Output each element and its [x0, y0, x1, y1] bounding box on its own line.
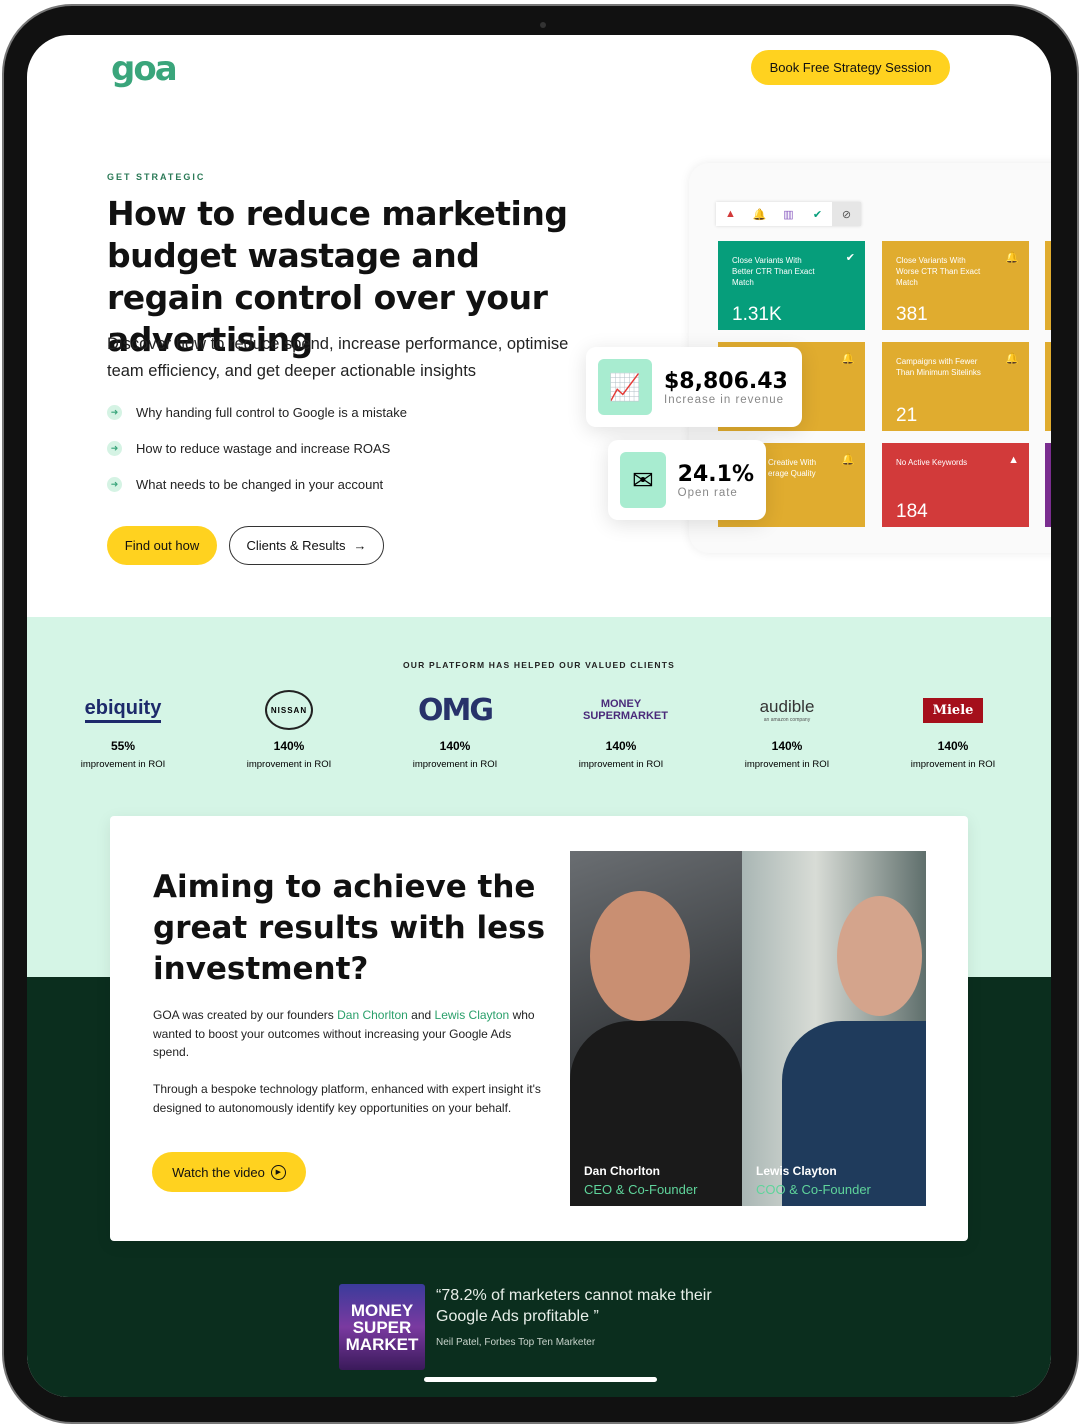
book-session-button[interactable]: Book Free Strategy Session	[751, 50, 950, 85]
dashboard-tile-partial	[1045, 342, 1051, 431]
open-rate-label: Open rate	[677, 486, 738, 499]
clients-results-button[interactable]: Clients & Results →	[229, 526, 384, 565]
about-paragraph-2: Through a bespoke technology platform, e…	[153, 1082, 541, 1115]
person-name: Dan Chorlton	[584, 1164, 660, 1178]
arrow-icon: ➜	[107, 441, 122, 456]
photo-dan-chorlton: Dan Chorlton CEO & Co-Founder	[570, 851, 742, 1206]
ebiquity-logo: ebiquity	[84, 697, 162, 723]
goa-logo[interactable]: goa	[111, 49, 178, 89]
bullet-text: What needs to be changed in your account	[136, 477, 384, 492]
check-icon[interactable]: ✔	[803, 202, 832, 226]
arrow-icon: ➜	[107, 477, 122, 492]
bullet-text: How to reduce wastage and increase ROAS	[136, 441, 391, 456]
portrait-body	[782, 1021, 926, 1206]
client-miele: Miele 140% improvement in ROI	[870, 685, 1036, 770]
arrow-icon: ➜	[107, 405, 122, 420]
revenue-card: 📈 $8,806.43 Increase in revenue	[586, 347, 802, 427]
clients-results-label: Clients & Results	[246, 538, 346, 553]
portrait-face	[590, 891, 690, 1021]
clients-title: OUR PLATFORM HAS HELPED OUR VALUED CLIEN…	[402, 660, 676, 670]
dashboard-filter-bar: ▲ 🔔 ▥ ✔ ⊘	[716, 202, 861, 226]
audible-logo: audible	[759, 697, 815, 716]
client-nissan: NISSAN 140% improvement in ROI	[206, 685, 372, 770]
bell-icon: 🔔	[841, 454, 855, 466]
camera	[540, 22, 546, 28]
envelope-icon: ✉	[620, 452, 666, 508]
block-icon[interactable]: ⊘	[832, 202, 861, 226]
founder-link-lewis[interactable]: Lewis Clayton	[435, 1008, 510, 1022]
watch-video-button[interactable]: Watch the video ▶	[152, 1152, 306, 1192]
portrait-body	[570, 1021, 742, 1206]
check-icon: ✔	[845, 252, 855, 264]
warning-icon: ▲	[1008, 454, 1019, 466]
quote-text: “78.2% of marketers cannot make their Go…	[436, 1287, 712, 1325]
arrow-right-icon: →	[353, 538, 367, 553]
client-moneysupermarket: MONEY SUPERMARKET 140% improvement in ROI	[578, 698, 668, 770]
client-audible: audible an amazon company 140% improvement …	[744, 697, 830, 770]
quote-attribution: Neil Patel, Forbes Top Ten Marketer	[436, 1337, 596, 1348]
bullet-item: ➜ Why handing full control to Google is a…	[107, 405, 407, 420]
dashboard-tile: No Active Keywords ▲ 184	[882, 443, 1029, 527]
dashboard-tile: Close Variants With Better CTR Than Exac…	[718, 241, 865, 330]
audible-tagline: an amazon company	[763, 717, 811, 723]
omg-logo: OMG	[418, 692, 494, 728]
open-rate-value: 24.1%	[677, 461, 754, 487]
eyebrow: GET STRATEGIC	[107, 172, 206, 182]
find-out-how-button[interactable]: Find out how	[107, 526, 217, 565]
screen: goa Book Free Strategy Session GET STRAT…	[27, 35, 1051, 1397]
dashboard-tile: Campaigns with Fewer Than Minimum Siteli…	[882, 342, 1029, 431]
home-indicator[interactable]	[424, 1377, 657, 1382]
dashboard-tile: Close Variants With Worse CTR Than Exact…	[882, 241, 1029, 330]
bell-icon[interactable]: 🔔	[745, 202, 774, 226]
bar-chart-icon[interactable]: ▥	[774, 202, 803, 226]
warning-icon[interactable]: ▲	[716, 202, 745, 226]
moneysupermarket-logo: MONEY SUPERMARKET	[583, 698, 668, 722]
open-rate-card: ✉ 24.1% Open rate	[608, 440, 766, 520]
person-role: COO & Co-Founder	[756, 1182, 871, 1197]
revenue-label: Increase in revenue	[664, 393, 785, 406]
bell-icon: 🔔	[841, 353, 855, 365]
about-paragraph-1: GOA was created by our founders Dan Chor…	[153, 1008, 535, 1060]
nissan-logo: NISSAN	[265, 690, 313, 730]
founder-link-dan[interactable]: Dan Chorlton	[337, 1008, 408, 1022]
person-name: Lewis Clayton	[756, 1164, 837, 1178]
client-omg: OMG 140% improvement in ROI	[412, 692, 498, 771]
photo-lewis-clayton: Lewis Clayton COO & Co-Founder	[742, 851, 926, 1206]
dashboard-tile-partial	[1045, 443, 1051, 527]
portrait-face	[837, 896, 922, 1016]
bullet-text: Why handing full control to Google is a …	[136, 405, 407, 420]
person-role: CEO & Co-Founder	[584, 1182, 698, 1197]
client-ebiquity: ebiquity 55% improvement in ROI	[80, 697, 166, 770]
hero-lead: Discover how to reduce spend, increase p…	[107, 335, 569, 380]
miele-logo: Miele	[922, 697, 984, 723]
moneysupermarket-quote-logo: MONEY SUPER MARKET	[339, 1284, 425, 1370]
play-icon: ▶	[270, 1164, 286, 1180]
revenue-value: $8,806.43	[664, 368, 788, 394]
revenue-chart-icon: 📈	[598, 359, 652, 415]
bullet-item: ➜ What needs to be changed in your accoun…	[107, 477, 383, 492]
watch-video-label: Watch the video	[172, 1164, 265, 1180]
about-title: Aiming to achieve the great results with…	[153, 869, 546, 987]
bullet-item: ➜ How to reduce wastage and increase ROAS	[107, 441, 390, 456]
dashboard-tile-partial	[1045, 241, 1051, 330]
bell-icon: 🔔	[1005, 353, 1019, 365]
bell-icon: 🔔	[1005, 252, 1019, 264]
